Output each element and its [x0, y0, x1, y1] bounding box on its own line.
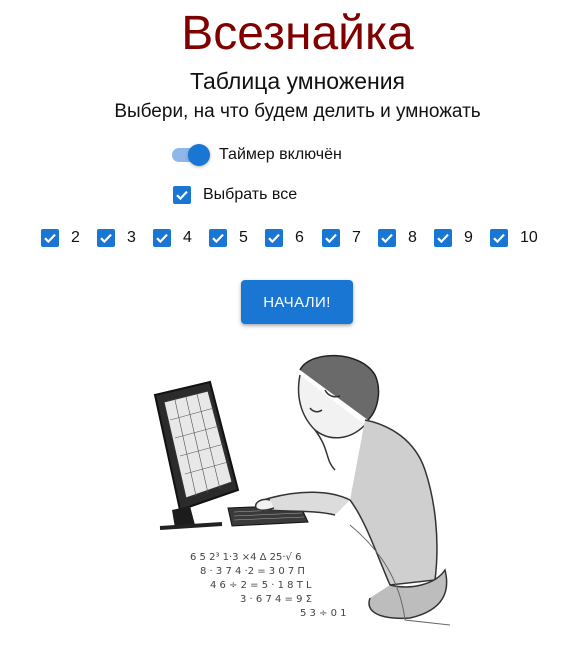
timer-label: Таймер включён: [219, 146, 342, 163]
switch-thumb[interactable]: [188, 144, 210, 166]
boy-at-computer-icon: 6 5 2³ 1·3 ×4 Δ 25·√ 6 8 · 3 7 4 ·2 = 3 …: [153, 354, 450, 626]
number-checkbox-item[interactable]: 5: [209, 228, 248, 248]
app-title: Всезнайка: [181, 7, 414, 60]
page: Всезнайка Таблица умножения Выбери, на ч…: [0, 0, 565, 662]
number-label: 6: [295, 229, 304, 246]
number-checkbox-item[interactable]: 9: [434, 228, 473, 248]
number-label: 8: [408, 229, 417, 246]
check-icon: [268, 233, 280, 244]
number-checkbox[interactable]: [209, 229, 227, 247]
timer-switch[interactable]: [170, 142, 210, 168]
check-icon: [325, 233, 337, 244]
number-label: 7: [352, 229, 361, 246]
svg-text:8 · 3 7 4 ·2 = 3 0 7 Π: 8 · 3 7 4 ·2 = 3 0 7 Π: [200, 566, 305, 577]
number-checkbox-item[interactable]: 10: [490, 228, 538, 248]
timer-toggle-row[interactable]: Таймер включён: [170, 142, 342, 168]
number-checkbox-item[interactable]: 3: [97, 228, 136, 248]
number-checkbox[interactable]: [41, 229, 59, 247]
check-icon: [493, 233, 505, 244]
svg-text:6 5 2³ 1·3 ×4 Δ 25·√ 6: 6 5 2³ 1·3 ×4 Δ 25·√ 6: [190, 552, 301, 563]
number-label: 2: [71, 229, 80, 246]
number-label: 9: [464, 229, 473, 246]
check-icon: [100, 233, 112, 244]
number-label: 3: [127, 229, 136, 246]
select-all-label: Выбрать все: [203, 186, 298, 203]
select-all-row[interactable]: Выбрать все: [173, 185, 297, 205]
number-checkbox[interactable]: [153, 229, 171, 247]
number-checkbox-item[interactable]: 7: [322, 228, 361, 248]
boy-sketch: [254, 354, 448, 620]
svg-text:5 3 ÷ 0 1: 5 3 ÷ 0 1: [300, 608, 347, 619]
number-checkbox[interactable]: [490, 229, 508, 247]
number-checkbox[interactable]: [265, 229, 283, 247]
number-label: 10: [520, 229, 538, 246]
svg-text:4 6 ÷ 2 = 5 · 1 8 T L: 4 6 ÷ 2 = 5 · 1 8 T L: [210, 580, 312, 591]
page-subtitle: Таблица умножения: [189, 68, 406, 94]
check-icon: [381, 233, 393, 244]
check-icon: [44, 233, 56, 244]
number-checkbox[interactable]: [97, 229, 115, 247]
number-label: 5: [239, 229, 248, 246]
number-checkbox[interactable]: [434, 229, 452, 247]
number-checkbox-item[interactable]: 2: [41, 228, 80, 248]
check-icon: [156, 233, 168, 244]
math-scribbles: 6 5 2³ 1·3 ×4 Δ 25·√ 6 8 · 3 7 4 ·2 = 3 …: [190, 552, 347, 619]
number-label: 4: [183, 229, 192, 246]
monitor-sketch: [153, 380, 240, 530]
check-icon: [212, 233, 224, 244]
number-checkbox-item[interactable]: 6: [265, 228, 304, 248]
number-checkbox[interactable]: [378, 229, 396, 247]
number-checkbox-item[interactable]: 8: [378, 228, 417, 248]
check-icon: [176, 190, 188, 201]
number-checkbox[interactable]: [322, 229, 340, 247]
select-all-checkbox[interactable]: [173, 186, 191, 204]
instruction-text: Выбери, на что будем делить и умножать: [114, 101, 481, 122]
number-checkbox-item[interactable]: 4: [153, 228, 192, 248]
svg-text:3 · 6 7 4 = 9 Σ: 3 · 6 7 4 = 9 Σ: [240, 594, 312, 605]
start-button[interactable]: НАЧАЛИ!: [241, 280, 353, 324]
check-icon: [437, 233, 449, 244]
